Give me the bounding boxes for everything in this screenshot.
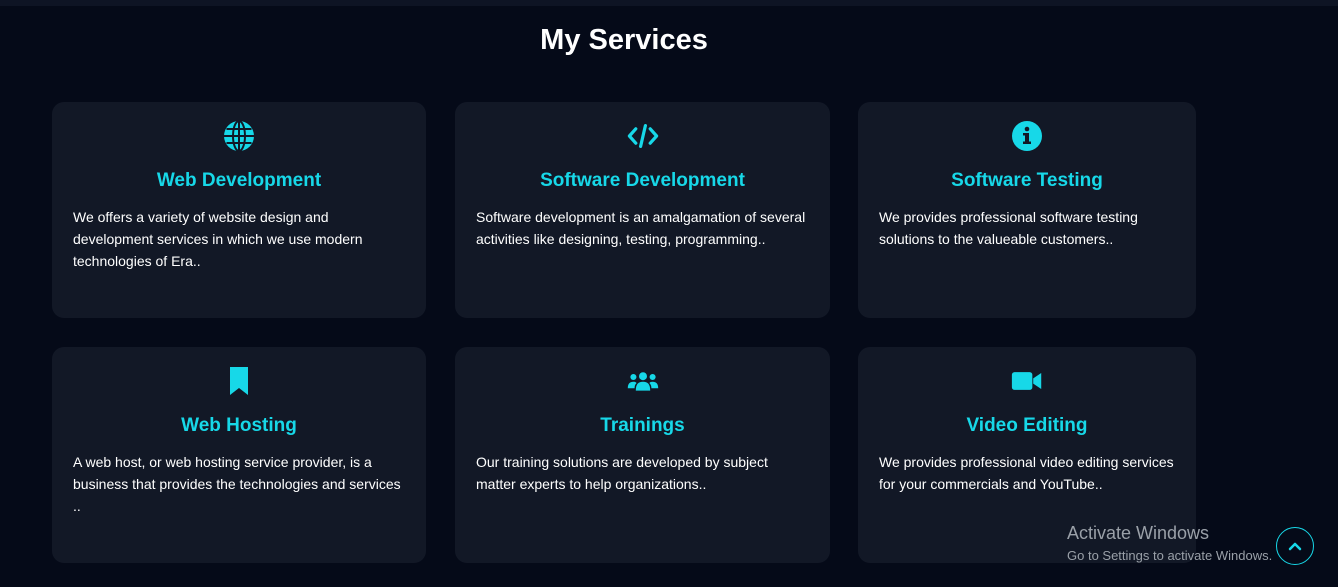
service-card-web-hosting: Web Hosting A web host, or web hosting s…: [52, 347, 426, 563]
service-title: Video Editing: [966, 415, 1088, 436]
section-title: My Services: [540, 24, 708, 56]
service-title: Web Development: [156, 170, 322, 191]
bookmark-icon: [223, 365, 255, 397]
service-card-web-development: Web Development We offers a variety of w…: [52, 102, 426, 318]
watermark-title: Activate Windows: [1067, 523, 1210, 543]
scroll-to-top-button[interactable]: [1276, 527, 1314, 565]
service-title: Software Development: [540, 170, 745, 191]
service-title: Web Hosting: [181, 415, 297, 436]
service-card-trainings: Trainings Our training solutions are dev…: [455, 347, 830, 563]
service-description: We offers a variety of website design an…: [73, 209, 363, 269]
info-circle-icon: [1011, 120, 1043, 152]
video-camera-icon: [1011, 365, 1043, 397]
chevron-up-icon: [1287, 538, 1303, 554]
service-title: Software Testing: [951, 170, 1103, 191]
service-title: Trainings: [600, 415, 685, 436]
watermark-subtitle: Go to Settings to activate Windows.: [1067, 548, 1273, 563]
users-icon: [627, 365, 659, 397]
service-description: We provides professional video editing s…: [879, 454, 1174, 492]
service-card-software-development: Software Development Software developmen…: [455, 102, 830, 318]
service-card-software-testing: Software Testing We provides professiona…: [858, 102, 1196, 318]
service-description: Our training solutions are developed by …: [476, 454, 768, 492]
globe-icon: [223, 120, 255, 152]
service-description: Software development is an amalgamation …: [476, 209, 806, 247]
top-bar: [0, 0, 1338, 6]
service-description: A web host, or web hosting service provi…: [73, 454, 401, 514]
code-icon: [627, 120, 659, 152]
service-description: We provides professional software testin…: [879, 209, 1138, 247]
activate-windows-watermark: Activate Windows Go to Settings to activ…: [1067, 523, 1272, 563]
